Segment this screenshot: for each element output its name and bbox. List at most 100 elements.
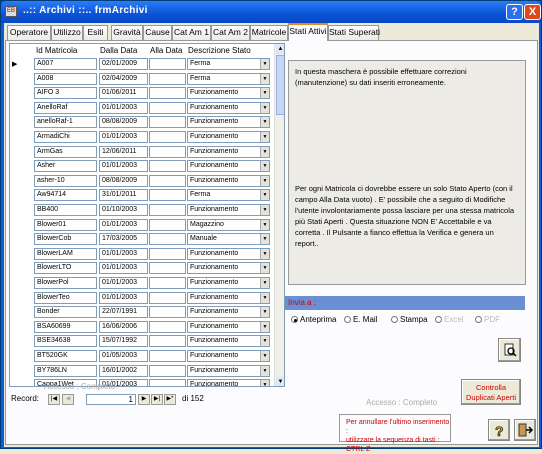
radio-email[interactable]: E. Mail <box>344 315 377 324</box>
alla-data-cell[interactable] <box>149 87 186 100</box>
tab-cat-am-1[interactable]: Cat Am 1 <box>172 25 211 40</box>
id-matricola-cell[interactable]: A008 <box>34 72 97 85</box>
id-matricola-cell[interactable]: BSA60699 <box>34 320 97 333</box>
id-matricola-cell[interactable]: BB400 <box>34 204 97 216</box>
dropdown-arrow-icon[interactable]: ▼ <box>260 205 269 215</box>
row-selector[interactable] <box>12 204 22 217</box>
row-selector[interactable]: ▶ <box>12 58 22 71</box>
id-matricola-cell[interactable]: Aw94714 <box>34 189 97 202</box>
dropdown-arrow-icon[interactable]: ▼ <box>260 278 269 288</box>
dropdown-arrow-icon[interactable]: ▼ <box>260 146 269 157</box>
row-selector[interactable] <box>12 379 22 386</box>
dalla-data-cell[interactable]: 01/01/2003 <box>99 218 148 231</box>
descrizione-stato-combo[interactable]: Funzionamento ▼ <box>187 320 270 333</box>
alla-data-cell[interactable] <box>149 320 186 333</box>
alla-data-cell[interactable] <box>149 101 186 114</box>
tab-operatore[interactable]: Operatore <box>7 25 51 40</box>
first-record-button[interactable]: |◀ <box>48 394 60 405</box>
dalla-data-cell[interactable]: 01/01/2003 <box>99 262 148 275</box>
row-selector[interactable] <box>12 218 22 231</box>
dalla-data-cell[interactable]: 15/07/1992 <box>99 335 148 348</box>
row-selector[interactable] <box>12 364 22 377</box>
alla-data-cell[interactable] <box>149 364 186 377</box>
id-matricola-cell[interactable]: BT520GK <box>34 350 97 362</box>
alla-data-cell[interactable] <box>149 116 186 129</box>
new-record-button[interactable]: ▶* <box>164 394 176 405</box>
dalla-data-cell[interactable]: 01/01/2003 <box>99 247 148 260</box>
alla-data-cell[interactable] <box>149 350 186 362</box>
scroll-thumb[interactable] <box>276 55 284 115</box>
descrizione-stato-combo[interactable]: Funzionamento ▼ <box>187 101 270 114</box>
alla-data-cell[interactable] <box>149 58 186 70</box>
descrizione-stato-combo[interactable]: Funzionamento ▼ <box>187 291 270 304</box>
alla-data-cell[interactable] <box>149 277 186 289</box>
id-matricola-cell[interactable]: AnelloRaf <box>34 101 97 114</box>
dalla-data-cell[interactable]: 31/01/2011 <box>99 189 148 202</box>
tab-stati-superati[interactable]: Stati Superati <box>328 25 380 40</box>
dropdown-arrow-icon[interactable]: ▼ <box>260 321 269 332</box>
dalla-data-cell[interactable]: 22/07/1991 <box>99 306 148 319</box>
row-selector[interactable] <box>12 335 22 348</box>
row-selector[interactable] <box>12 72 22 85</box>
row-selector[interactable] <box>12 291 22 304</box>
id-matricola-cell[interactable]: anelloRaf-1 <box>34 116 97 129</box>
alla-data-cell[interactable] <box>149 160 186 173</box>
vertical-scrollbar[interactable]: ▲ ▼ <box>274 44 284 386</box>
dropdown-arrow-icon[interactable]: ▼ <box>260 175 269 186</box>
id-matricola-cell[interactable]: BSE34638 <box>34 335 97 348</box>
alla-data-cell[interactable] <box>149 131 186 143</box>
descrizione-stato-combo[interactable]: Funzionamento ▼ <box>187 131 270 143</box>
prev-record-button[interactable]: ◀ <box>62 394 74 405</box>
row-selector[interactable] <box>12 247 22 260</box>
row-selector[interactable] <box>12 87 22 100</box>
alla-data-cell[interactable] <box>149 174 186 187</box>
row-selector[interactable] <box>12 116 22 129</box>
tab-esiti[interactable]: Esiti <box>83 25 108 40</box>
descrizione-stato-combo[interactable]: Funzionamento ▼ <box>187 145 270 158</box>
descrizione-stato-combo[interactable]: Ferma ▼ <box>187 58 270 70</box>
help-button[interactable]: ? <box>488 419 510 441</box>
dalla-data-cell[interactable]: 17/03/2005 <box>99 233 148 246</box>
descrizione-stato-combo[interactable]: Funzionamento ▼ <box>187 364 270 377</box>
row-selector[interactable] <box>12 320 22 333</box>
descrizione-stato-combo[interactable]: Ferma ▼ <box>187 72 270 85</box>
dropdown-arrow-icon[interactable]: ▼ <box>260 73 269 84</box>
dropdown-arrow-icon[interactable]: ▼ <box>260 102 269 113</box>
alla-data-cell[interactable] <box>149 72 186 85</box>
alla-data-cell[interactable] <box>149 204 186 216</box>
id-matricola-cell[interactable]: BlowerTeo <box>34 291 97 304</box>
tab-matricole[interactable]: Matricole <box>250 25 288 40</box>
dropdown-arrow-icon[interactable]: ▼ <box>260 219 269 230</box>
dalla-data-cell[interactable]: 01/06/2011 <box>99 87 148 100</box>
alla-data-cell[interactable] <box>149 335 186 348</box>
dropdown-arrow-icon[interactable]: ▼ <box>260 190 269 201</box>
descrizione-stato-combo[interactable]: Funzionamento ▼ <box>187 335 270 348</box>
row-selector[interactable] <box>12 262 22 275</box>
dalla-data-cell[interactable]: 08/08/2009 <box>99 174 148 187</box>
record-number-input[interactable]: 1 <box>86 394 136 405</box>
row-selector[interactable] <box>12 306 22 319</box>
dropdown-arrow-icon[interactable]: ▼ <box>260 263 269 274</box>
id-matricola-cell[interactable]: Bonder <box>34 306 97 319</box>
dalla-data-cell[interactable]: 08/08/2009 <box>99 116 148 129</box>
dalla-data-cell[interactable]: 16/06/2006 <box>99 320 148 333</box>
alla-data-cell[interactable] <box>149 306 186 319</box>
dalla-data-cell[interactable]: 16/01/2002 <box>99 364 148 377</box>
descrizione-stato-combo[interactable]: Funzionamento ▼ <box>187 87 270 100</box>
dropdown-arrow-icon[interactable]: ▼ <box>260 234 269 245</box>
descrizione-stato-combo[interactable]: Funzionamento ▼ <box>187 379 270 386</box>
row-selector[interactable] <box>12 233 22 246</box>
dropdown-arrow-icon[interactable]: ▼ <box>260 248 269 259</box>
alla-data-cell[interactable] <box>149 262 186 275</box>
dropdown-arrow-icon[interactable]: ▼ <box>260 292 269 303</box>
row-selector[interactable] <box>12 277 22 290</box>
dalla-data-cell[interactable]: 01/01/2003 <box>99 277 148 289</box>
dropdown-arrow-icon[interactable]: ▼ <box>260 88 269 99</box>
scroll-down-arrow-icon[interactable]: ▼ <box>276 377 284 386</box>
id-matricola-cell[interactable]: BlowerCob <box>34 233 97 246</box>
alla-data-cell[interactable] <box>149 145 186 158</box>
dropdown-arrow-icon[interactable]: ▼ <box>260 365 269 376</box>
dalla-data-cell[interactable]: 01/01/2003 <box>99 131 148 143</box>
dalla-data-cell[interactable]: 02/04/2009 <box>99 72 148 85</box>
preview-button[interactable] <box>498 338 521 362</box>
